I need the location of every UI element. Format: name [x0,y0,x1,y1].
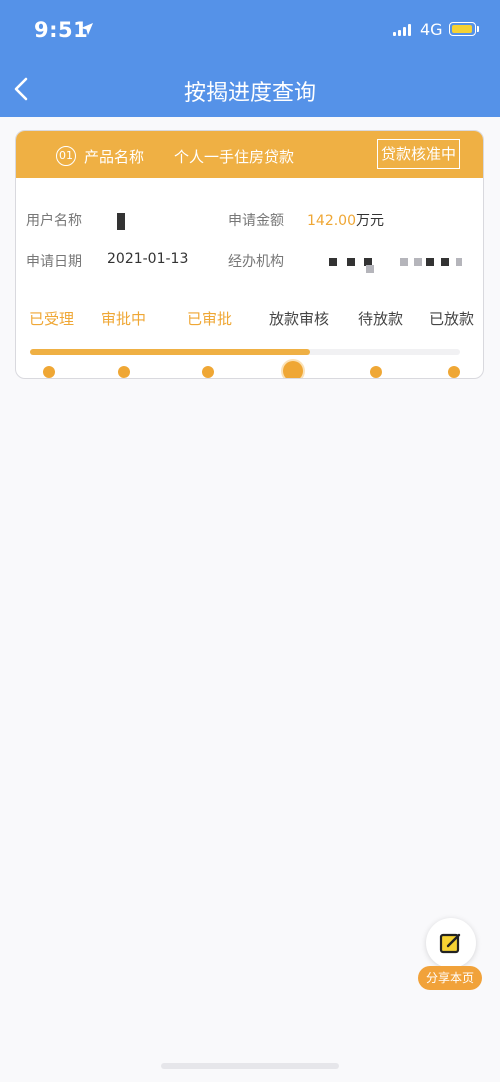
product-index-badge: 01 [56,146,76,166]
stage-dot [202,366,214,378]
user-name-redacted [117,213,125,230]
agency-label: 经办机构 [228,254,284,270]
progress-track [30,349,460,355]
status-bar: 9:51 4G [0,0,500,62]
network-type: 4G [420,20,443,39]
stage-dot [370,366,382,378]
share-page-button[interactable]: 分享本页 [418,918,482,992]
battery-icon [449,22,476,36]
edit-share-icon [439,933,461,954]
stage-approved: 已审批 [187,310,233,328]
product-name-label: 产品名称 [84,148,145,166]
stage-accepted: 已受理 [29,310,75,328]
loan-progress-card: 01 产品名称 个人一手住房贷款 贷款核准中 用户名称 申请金额 142.00万… [15,130,484,379]
stage-dot [448,366,460,378]
stage-dot [43,366,55,378]
battery-tip [477,26,479,32]
location-arrow-icon [81,23,93,35]
stage-pending-disbursement: 待放款 [358,310,404,328]
product-name-value: 个人一手住房贷款 [174,148,295,166]
stage-disbursed: 已放款 [429,310,475,328]
user-name-label: 用户名称 [26,213,82,229]
amount-label: 申请金额 [228,213,284,229]
date-value: 2021-01-13 [107,251,189,267]
home-indicator[interactable] [161,1063,339,1069]
page-title: 按揭进度查询 [183,81,316,106]
stage-disbursement-review: 放款审核 [269,310,330,328]
stage-reviewing: 审批中 [101,310,147,328]
share-page-label: 分享本页 [418,966,482,990]
stage-dot [118,366,130,378]
date-label: 申请日期 [26,254,82,270]
stage-dot-current [283,361,303,378]
signal-icon [393,24,413,36]
loan-status-badge: 贷款核准中 [377,139,461,169]
amount-value: 142.00万元 [307,210,384,230]
nav-bar: 按揭进度查询 [0,62,500,117]
amount-number: 142.00 [307,213,356,229]
amount-unit: 万元 [356,213,384,229]
progress-fill [30,349,310,355]
card-header: 01 产品名称 个人一手住房贷款 贷款核准中 [16,131,483,178]
